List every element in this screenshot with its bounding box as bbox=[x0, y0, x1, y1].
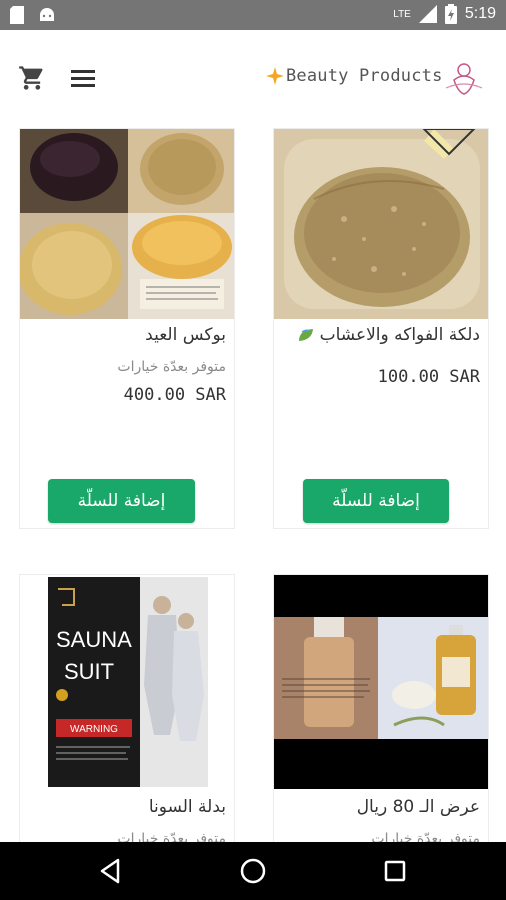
product-card[interactable]: عرض الـ 80 ريال متوفر بعدّة خيارات bbox=[273, 574, 489, 844]
brand[interactable]: Beauty Products bbox=[266, 66, 443, 86]
product-image[interactable] bbox=[20, 129, 234, 319]
product-title[interactable]: دلكة الفواكه والاعشاب bbox=[298, 325, 480, 345]
sparkle-icon bbox=[266, 67, 284, 85]
recent-apps-icon[interactable] bbox=[384, 860, 406, 882]
app-bar: Beauty Products bbox=[0, 30, 506, 126]
add-to-cart-button[interactable]: إضافة للسلّة bbox=[303, 479, 449, 523]
brand-name: Beauty Products bbox=[286, 66, 443, 86]
product-card[interactable]: SAUNA SUIT WARNING بدلة السونا متوفر بعد… bbox=[19, 574, 235, 844]
battery-icon bbox=[444, 4, 457, 24]
home-icon[interactable] bbox=[239, 857, 267, 885]
clock: 5:19 bbox=[464, 5, 496, 22]
product-image[interactable]: SAUNA SUIT WARNING bbox=[20, 575, 234, 789]
menu-icon[interactable] bbox=[70, 66, 96, 90]
back-icon[interactable] bbox=[98, 858, 122, 884]
navigation-bar bbox=[0, 842, 506, 900]
svg-text:WARNING: WARNING bbox=[70, 724, 118, 735]
product-price: 100.00 SAR bbox=[377, 367, 480, 387]
product-title[interactable]: بوكس العيد bbox=[145, 325, 226, 345]
product-card[interactable]: دلكة الفواكه والاعشاب 100.00 SAR إضافة ل… bbox=[273, 128, 489, 529]
svg-text:SAUNA: SAUNA bbox=[56, 627, 132, 652]
product-price: 400.00 SAR bbox=[123, 385, 226, 405]
cart-icon[interactable] bbox=[18, 64, 46, 92]
product-image[interactable] bbox=[274, 575, 488, 789]
product-card[interactable]: بوكس العيد متوفر بعدّة خيارات 400.00 SAR… bbox=[19, 128, 235, 529]
sd-card-icon bbox=[10, 6, 24, 24]
product-title[interactable]: عرض الـ 80 ريال bbox=[357, 797, 480, 817]
add-to-cart-button[interactable]: إضافة للسلّة bbox=[48, 479, 195, 523]
brand-logo bbox=[445, 63, 483, 95]
android-icon bbox=[40, 8, 54, 21]
product-subtitle: متوفر بعدّة خيارات bbox=[117, 359, 226, 375]
svg-text:SUIT: SUIT bbox=[64, 659, 114, 684]
product-title[interactable]: بدلة السونا bbox=[149, 797, 226, 817]
status-bar: LTE 5:19 bbox=[0, 0, 506, 30]
leaf-icon bbox=[299, 329, 314, 341]
product-image[interactable] bbox=[274, 129, 488, 319]
network-type: LTE bbox=[393, 8, 411, 20]
signal-icon bbox=[418, 5, 437, 23]
